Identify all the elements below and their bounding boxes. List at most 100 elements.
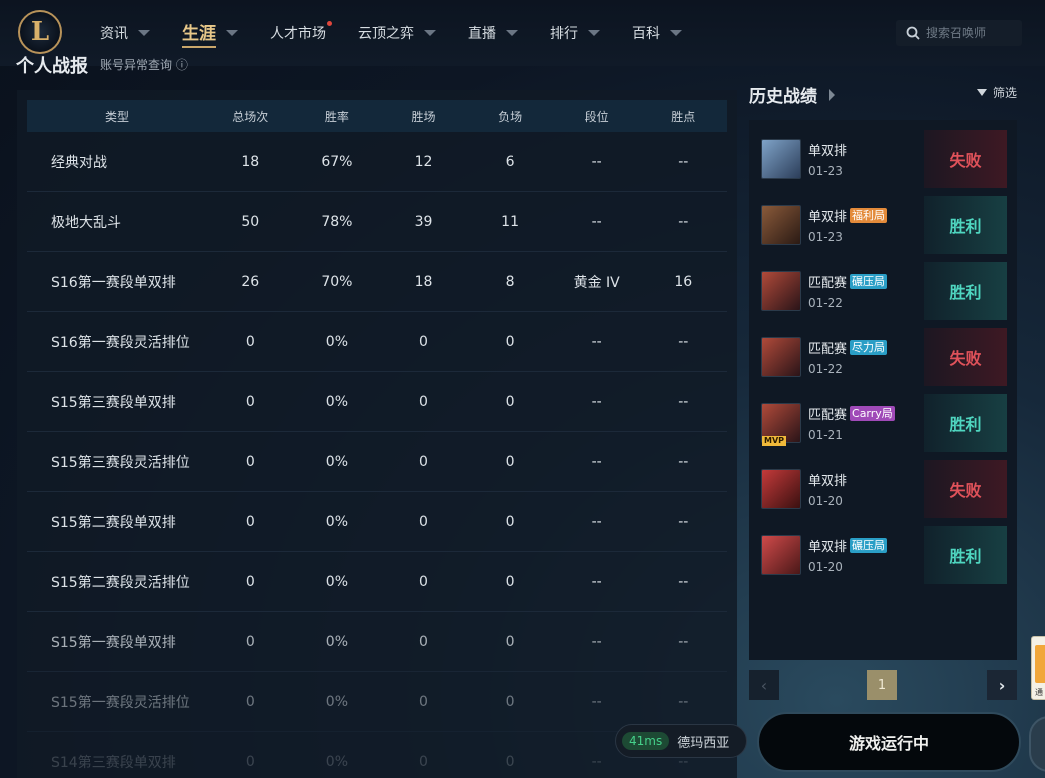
stat-cell: 0 <box>505 633 515 650</box>
latency-badge: 41ms <box>622 732 670 750</box>
match-info: 匹配赛 碾压局 01-22 <box>808 272 916 310</box>
nav-item-4[interactable]: 直播 <box>468 23 518 43</box>
match-tag: 福利局 <box>850 208 888 223</box>
stat-cell: 0 <box>505 393 515 410</box>
pager-page-1[interactable]: 1 <box>867 670 897 700</box>
stat-cell: -- <box>591 513 602 530</box>
game-running-button[interactable]: 游戏运行中 <box>757 712 1021 772</box>
nav-item-label: 排行 <box>550 26 578 42</box>
stat-cell: 0 <box>505 453 515 470</box>
nav-item-label: 直播 <box>468 26 496 42</box>
stat-cell: -- <box>591 693 602 710</box>
match-item[interactable]: 单双排 01-23 失败 <box>761 130 1007 188</box>
match-item[interactable]: 单双排 01-20 失败 <box>761 460 1007 518</box>
match-mode-line: 单双排 碾压局 <box>808 536 916 555</box>
history-title[interactable]: 历史战绩 <box>749 82 835 107</box>
match-info: 匹配赛 Carry局 01-21 <box>808 404 916 442</box>
match-item[interactable]: MVP 匹配赛 Carry局 01-21 胜利 <box>761 394 1007 452</box>
queue-type-cell: S15第二赛段灵活排位 <box>51 574 190 591</box>
match-mode: 单双排 <box>808 210 848 225</box>
table-header: 类型 总场次 胜率 胜场 负场 段位 胜点 <box>27 100 727 132</box>
champion-avatar <box>761 535 801 575</box>
nav-item-label: 人才市场 <box>270 26 326 42</box>
match-date: 01-23 <box>808 164 843 178</box>
search-box[interactable] <box>896 20 1022 46</box>
stat-cell: -- <box>678 513 689 530</box>
match-mode-line: 单双排 <box>808 140 916 159</box>
stat-cell: 12 <box>414 153 433 170</box>
side-round-button[interactable] <box>1029 716 1045 772</box>
match-info: 匹配赛 尽力局 01-22 <box>808 338 916 376</box>
match-history-list: 单双排 01-23 失败 单双排 福利局 01-23 胜利 匹配赛 碾压局 01-22 胜利 匹配赛尽… <box>749 120 1017 660</box>
stat-cell: 黄金 IV <box>573 274 620 291</box>
nav-item-0[interactable]: 资讯 <box>100 23 150 43</box>
table-row: S16第一赛段单双排 26 70% 18 8 黄金 IV 16 <box>27 252 727 312</box>
stat-cell: 0% <box>325 573 348 590</box>
stat-cell: 11 <box>501 213 519 230</box>
champion-avatar <box>761 337 801 377</box>
match-tag: Carry局 <box>850 406 895 421</box>
section-title: 个人战报 <box>16 56 88 77</box>
search-icon <box>906 26 920 40</box>
summoner-search-input[interactable] <box>926 26 1022 40</box>
column-header: 胜场 <box>411 109 436 124</box>
result-win: 胜利 <box>924 394 1007 452</box>
match-tag: 碾压局 <box>850 274 888 289</box>
chevron-down-icon <box>588 30 600 36</box>
stat-cell: 18 <box>241 153 260 170</box>
match-mode-line: 匹配赛 Carry局 <box>808 404 916 423</box>
stat-cell: 0 <box>419 513 428 530</box>
nav-item-2[interactable]: 人才市场 <box>270 21 332 43</box>
match-mode: 匹配赛 <box>808 276 848 291</box>
server-status: 41ms 德玛西亚 <box>615 724 747 758</box>
stat-cell: 0 <box>245 453 255 470</box>
queue-type-cell: S14第三赛段单双排 <box>51 754 176 771</box>
match-info: 单双排 碾压局 01-20 <box>808 536 916 574</box>
stat-cell: 0% <box>325 453 348 470</box>
stat-cell: 0 <box>245 693 255 710</box>
widget-icon <box>1035 645 1045 683</box>
nav-item-label: 资讯 <box>100 26 128 42</box>
stat-cell: 70% <box>321 273 353 290</box>
match-date: 01-20 <box>808 560 843 574</box>
chevron-down-icon <box>506 30 518 36</box>
match-mode-line: 匹配赛 尽力局 <box>808 338 916 357</box>
stats-table-panel: 类型 总场次 胜率 胜场 负场 段位 胜点 经典对战 18 67% 12 6 -- -- 极地大乱斗 50 7… <box>17 90 737 778</box>
champion-avatar <box>761 205 801 245</box>
match-tag: 碾压局 <box>850 538 888 553</box>
nav-item-1[interactable]: 生涯 <box>182 19 238 48</box>
table-row: S16第一赛段灵活排位 0 0% 0 0 -- -- <box>27 312 727 372</box>
filter-label: 筛选 <box>993 86 1018 100</box>
queue-type-cell: S15第三赛段单双排 <box>51 394 176 411</box>
stat-cell: -- <box>591 573 602 590</box>
filter-button[interactable]: 筛选 <box>977 84 1017 101</box>
nav-item-5[interactable]: 排行 <box>550 23 600 43</box>
match-item[interactable]: 匹配赛 碾压局 01-22 胜利 <box>761 262 1007 320</box>
pager-prev-button[interactable]: ‹ <box>749 670 779 700</box>
match-date: 01-22 <box>808 362 843 376</box>
stat-cell: -- <box>678 393 689 410</box>
queue-type-cell: S15第三赛段灵活排位 <box>51 454 190 471</box>
stat-cell: 0 <box>245 393 255 410</box>
queue-type-cell: 经典对战 <box>51 154 107 171</box>
nav-item-label: 百科 <box>632 26 660 42</box>
side-floating-widget[interactable]: 通 <box>1031 636 1045 700</box>
mvp-badge: MVP <box>762 436 787 446</box>
pager-next-button[interactable]: › <box>987 670 1017 700</box>
stat-cell: 0 <box>505 573 515 590</box>
match-item[interactable]: 匹配赛 尽力局 01-22 失败 <box>761 328 1007 386</box>
table-row: 经典对战 18 67% 12 6 -- -- <box>27 132 727 192</box>
column-header: 类型 <box>104 109 129 124</box>
stat-cell: -- <box>678 693 689 710</box>
match-date: 01-20 <box>808 494 843 508</box>
match-item[interactable]: 单双排 碾压局 01-20 胜利 <box>761 526 1007 584</box>
stat-cell: 0 <box>505 513 515 530</box>
nav-item-6[interactable]: 百科 <box>632 23 682 43</box>
lol-logo[interactable]: L <box>18 10 62 54</box>
stat-cell: 0 <box>245 513 255 530</box>
stat-cell: -- <box>678 453 689 470</box>
account-check-link[interactable]: 账号异常查询 ⓘ <box>100 56 188 73</box>
nav-item-3[interactable]: 云顶之弈 <box>358 23 436 43</box>
match-item[interactable]: 单双排 福利局 01-23 胜利 <box>761 196 1007 254</box>
stat-cell: 0 <box>245 573 255 590</box>
